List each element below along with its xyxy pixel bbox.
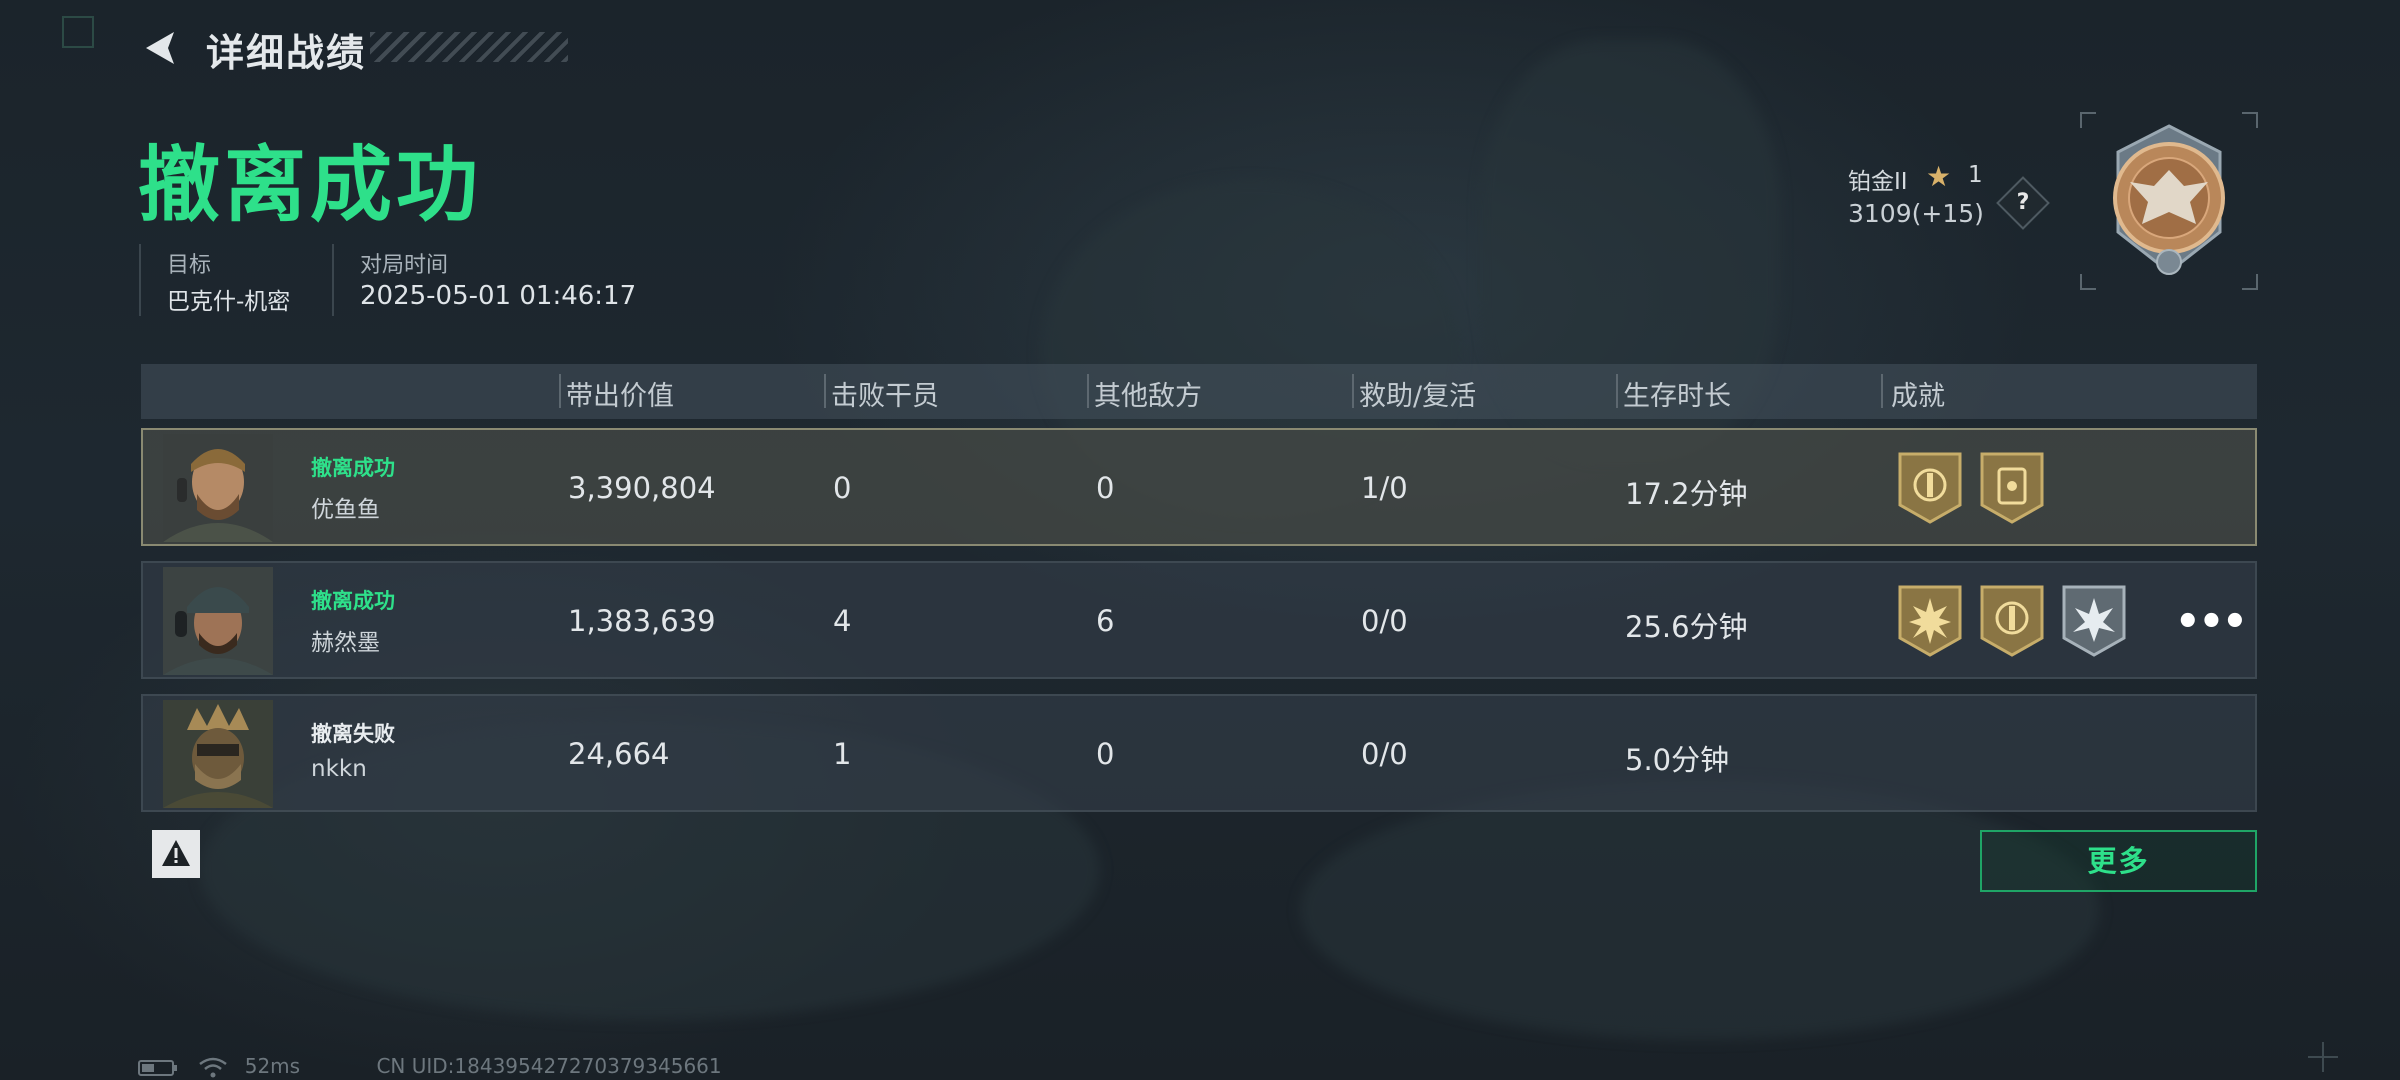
corner-marker [62, 16, 94, 48]
title-hatch-decoration [370, 32, 568, 62]
assist-revive: 0/0 [1361, 604, 1408, 638]
other-kills: 6 [1096, 604, 1115, 638]
survival-time: 5.0分钟 [1625, 743, 1730, 777]
column-header: 成就 [1891, 381, 1945, 412]
column-header: 带出价值 [566, 381, 674, 412]
row-more-button[interactable]: ••• [2175, 599, 2248, 645]
column-header: 生存时长 [1623, 381, 1731, 412]
table-row[interactable]: 撤离失败 nkkn 24,664 1 0 0/0 5.0分钟 [141, 694, 2257, 812]
survival-time: 25.6分钟 [1625, 610, 1748, 644]
column-header: 击败干员 [831, 381, 939, 412]
target-label: 目标 [167, 253, 212, 278]
gold-shield-badge-icon[interactable] [1979, 584, 2045, 658]
player-name: 优鱼鱼 [311, 497, 380, 523]
corner-crosshair-icon [2308, 1042, 2338, 1072]
player-name: nkkn [311, 756, 367, 782]
silver-burst-badge-icon[interactable] [2061, 584, 2127, 658]
assist-revive: 0/0 [1361, 737, 1408, 771]
meta-divider [332, 244, 334, 316]
report-button[interactable] [152, 830, 200, 878]
back-arrow-icon [146, 32, 174, 64]
table-header: 带出价值 击败干员 其他敌方 救助/复活 生存时长 成就 [141, 364, 2257, 419]
battery-icon [138, 1059, 177, 1076]
page-title: 详细战绩 [206, 31, 367, 75]
rank-stars: 1 [1968, 162, 1983, 188]
extract-value: 3,390,804 [568, 471, 716, 505]
warning-icon [162, 840, 190, 866]
rank-medal-frame [2080, 112, 2258, 290]
time-label: 对局时间 [360, 253, 449, 278]
gold-card-badge-icon[interactable] [1979, 451, 2045, 525]
wifi-icon [199, 1057, 228, 1077]
target-value: 巴克什-机密 [167, 289, 291, 315]
survival-time: 17.2分钟 [1625, 477, 1748, 511]
avatar [163, 434, 273, 542]
more-button[interactable]: 更多 [1980, 830, 2257, 892]
operator-kills: 4 [833, 604, 852, 638]
avatar [163, 700, 273, 808]
operator-kills: 1 [833, 737, 852, 771]
gold-sun-badge-icon[interactable] [1897, 584, 1963, 658]
other-kills: 0 [1096, 737, 1115, 771]
player-status: 撤离失败 [311, 722, 395, 746]
meta-divider [139, 244, 141, 316]
eagle-rank-medal-icon [2113, 124, 2225, 275]
player-name: 赫然墨 [311, 630, 380, 656]
operator-kills: 0 [833, 471, 852, 505]
avatar [163, 567, 273, 675]
gold-shield-badge-icon[interactable] [1897, 451, 1963, 525]
back-button[interactable] [138, 26, 182, 70]
help-icon: ? [2016, 190, 2030, 215]
background-terrain-right [1300, 780, 2100, 1040]
table-row[interactable]: 撤离成功 赫然墨 1,383,639 4 6 0/0 25.6分钟 ••• [141, 561, 2257, 679]
column-header: 救助/复活 [1359, 381, 1477, 412]
player-status: 撤离成功 [311, 589, 395, 613]
extract-value: 24,664 [568, 737, 670, 771]
table-row-self[interactable]: 撤离成功 优鱼鱼 3,390,804 0 0 1/0 17.2分钟 [141, 428, 2257, 546]
extract-value: 1,383,639 [568, 604, 716, 638]
other-kills: 0 [1096, 471, 1115, 505]
help-button[interactable]: ? [1996, 176, 2050, 230]
assist-revive: 1/0 [1361, 471, 1408, 505]
player-status: 撤离成功 [311, 456, 395, 480]
rank-score: 3109(+15) [1848, 199, 1984, 228]
column-header: 其他敌方 [1094, 381, 1202, 412]
uid-value: CN UID:1843954272703793456​61 [376, 1054, 722, 1078]
rank-tier: 铂金II [1848, 169, 1908, 195]
time-value: 2025-05-01 01:46:17 [360, 281, 637, 311]
status-bar: 52ms CN UID:1843954272703793456​61 [138, 1054, 722, 1080]
result-title: 撤离成功 [138, 138, 483, 233]
ping-value: 52ms [244, 1054, 301, 1078]
rank-star-icon: ★ [1926, 160, 1952, 193]
